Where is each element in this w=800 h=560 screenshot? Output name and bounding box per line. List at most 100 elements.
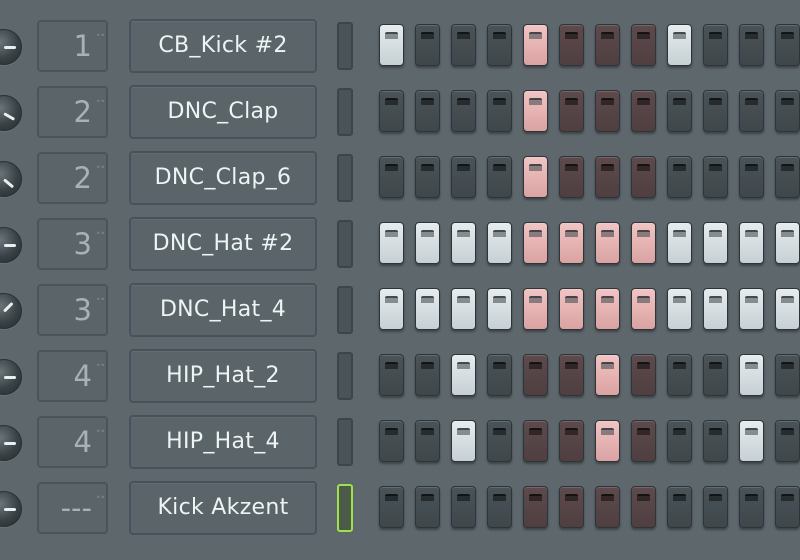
step-button[interactable] bbox=[559, 90, 584, 132]
step-button[interactable] bbox=[379, 420, 404, 462]
spin-arrows-icon[interactable]: ˄˅ bbox=[96, 362, 105, 390]
spin-arrows-icon[interactable]: ˄˅ bbox=[96, 296, 105, 324]
step-button[interactable] bbox=[523, 288, 548, 330]
step-button[interactable] bbox=[379, 222, 404, 264]
step-button[interactable] bbox=[451, 486, 476, 528]
step-button[interactable] bbox=[667, 90, 692, 132]
step-button[interactable] bbox=[739, 24, 764, 66]
step-button[interactable] bbox=[667, 222, 692, 264]
mixer-track-selector[interactable]: 2 ˄˅ bbox=[37, 152, 108, 204]
channel-volume-knob[interactable] bbox=[0, 29, 22, 65]
step-button[interactable] bbox=[703, 354, 728, 396]
step-button[interactable] bbox=[631, 24, 656, 66]
step-button[interactable] bbox=[379, 354, 404, 396]
channel-select-indicator[interactable] bbox=[337, 154, 353, 202]
channel-name-button[interactable]: HIP_Hat_4 bbox=[129, 415, 317, 469]
step-button[interactable] bbox=[775, 486, 800, 528]
step-button[interactable] bbox=[559, 288, 584, 330]
step-button[interactable] bbox=[775, 156, 800, 198]
step-button[interactable] bbox=[631, 288, 656, 330]
step-button[interactable] bbox=[415, 486, 440, 528]
step-button[interactable] bbox=[523, 156, 548, 198]
step-button[interactable] bbox=[523, 90, 548, 132]
step-button[interactable] bbox=[415, 420, 440, 462]
step-button[interactable] bbox=[451, 420, 476, 462]
step-button[interactable] bbox=[379, 288, 404, 330]
step-button[interactable] bbox=[415, 24, 440, 66]
step-button[interactable] bbox=[595, 24, 620, 66]
step-button[interactable] bbox=[667, 24, 692, 66]
channel-select-indicator[interactable] bbox=[337, 484, 353, 532]
step-button[interactable] bbox=[451, 354, 476, 396]
channel-volume-knob[interactable] bbox=[0, 491, 22, 527]
step-button[interactable] bbox=[379, 156, 404, 198]
mixer-track-selector[interactable]: 4 ˄˅ bbox=[37, 350, 108, 402]
channel-select-indicator[interactable] bbox=[337, 22, 353, 70]
step-button[interactable] bbox=[631, 222, 656, 264]
step-button[interactable] bbox=[379, 24, 404, 66]
channel-name-button[interactable]: DNC_Hat_4 bbox=[129, 283, 317, 337]
step-button[interactable] bbox=[739, 354, 764, 396]
step-button[interactable] bbox=[631, 420, 656, 462]
step-button[interactable] bbox=[775, 24, 800, 66]
step-button[interactable] bbox=[775, 90, 800, 132]
step-button[interactable] bbox=[703, 420, 728, 462]
step-button[interactable] bbox=[451, 222, 476, 264]
step-button[interactable] bbox=[415, 90, 440, 132]
step-button[interactable] bbox=[415, 288, 440, 330]
step-button[interactable] bbox=[631, 90, 656, 132]
step-button[interactable] bbox=[523, 222, 548, 264]
step-button[interactable] bbox=[667, 288, 692, 330]
step-button[interactable] bbox=[595, 288, 620, 330]
step-button[interactable] bbox=[703, 24, 728, 66]
step-button[interactable] bbox=[631, 354, 656, 396]
step-button[interactable] bbox=[487, 486, 512, 528]
step-button[interactable] bbox=[703, 222, 728, 264]
step-button[interactable] bbox=[739, 420, 764, 462]
channel-name-button[interactable]: HIP_Hat_2 bbox=[129, 349, 317, 403]
channel-select-indicator[interactable] bbox=[337, 286, 353, 334]
step-button[interactable] bbox=[703, 288, 728, 330]
channel-volume-knob[interactable] bbox=[0, 425, 22, 461]
step-button[interactable] bbox=[775, 354, 800, 396]
step-button[interactable] bbox=[487, 354, 512, 396]
step-button[interactable] bbox=[595, 354, 620, 396]
step-button[interactable] bbox=[559, 24, 584, 66]
channel-volume-knob[interactable] bbox=[0, 227, 22, 263]
step-button[interactable] bbox=[379, 90, 404, 132]
channel-select-indicator[interactable] bbox=[337, 352, 353, 400]
step-button[interactable] bbox=[523, 354, 548, 396]
spin-arrows-icon[interactable]: ˄˅ bbox=[96, 32, 105, 60]
step-button[interactable] bbox=[487, 420, 512, 462]
step-button[interactable] bbox=[487, 288, 512, 330]
channel-select-indicator[interactable] bbox=[337, 418, 353, 466]
step-button[interactable] bbox=[595, 486, 620, 528]
step-button[interactable] bbox=[451, 90, 476, 132]
step-button[interactable] bbox=[487, 24, 512, 66]
step-button[interactable] bbox=[415, 354, 440, 396]
step-button[interactable] bbox=[667, 420, 692, 462]
mixer-track-selector[interactable]: 3 ˄˅ bbox=[37, 218, 108, 270]
step-button[interactable] bbox=[559, 222, 584, 264]
step-button[interactable] bbox=[667, 354, 692, 396]
step-button[interactable] bbox=[487, 90, 512, 132]
channel-name-button[interactable]: DNC_Clap bbox=[129, 85, 317, 139]
spin-arrows-icon[interactable]: ˄˅ bbox=[96, 230, 105, 258]
step-button[interactable] bbox=[703, 90, 728, 132]
step-button[interactable] bbox=[775, 288, 800, 330]
spin-arrows-icon[interactable]: ˄˅ bbox=[96, 98, 105, 126]
step-button[interactable] bbox=[487, 222, 512, 264]
step-button[interactable] bbox=[631, 156, 656, 198]
step-button[interactable] bbox=[559, 420, 584, 462]
step-button[interactable] bbox=[739, 222, 764, 264]
spin-arrows-icon[interactable]: ˄˅ bbox=[96, 164, 105, 192]
spin-arrows-icon[interactable]: ˄˅ bbox=[96, 494, 105, 522]
step-button[interactable] bbox=[595, 156, 620, 198]
step-button[interactable] bbox=[559, 156, 584, 198]
channel-volume-knob[interactable] bbox=[0, 95, 22, 131]
step-button[interactable] bbox=[667, 486, 692, 528]
step-button[interactable] bbox=[379, 486, 404, 528]
channel-select-indicator[interactable] bbox=[337, 220, 353, 268]
step-button[interactable] bbox=[775, 222, 800, 264]
step-button[interactable] bbox=[703, 486, 728, 528]
